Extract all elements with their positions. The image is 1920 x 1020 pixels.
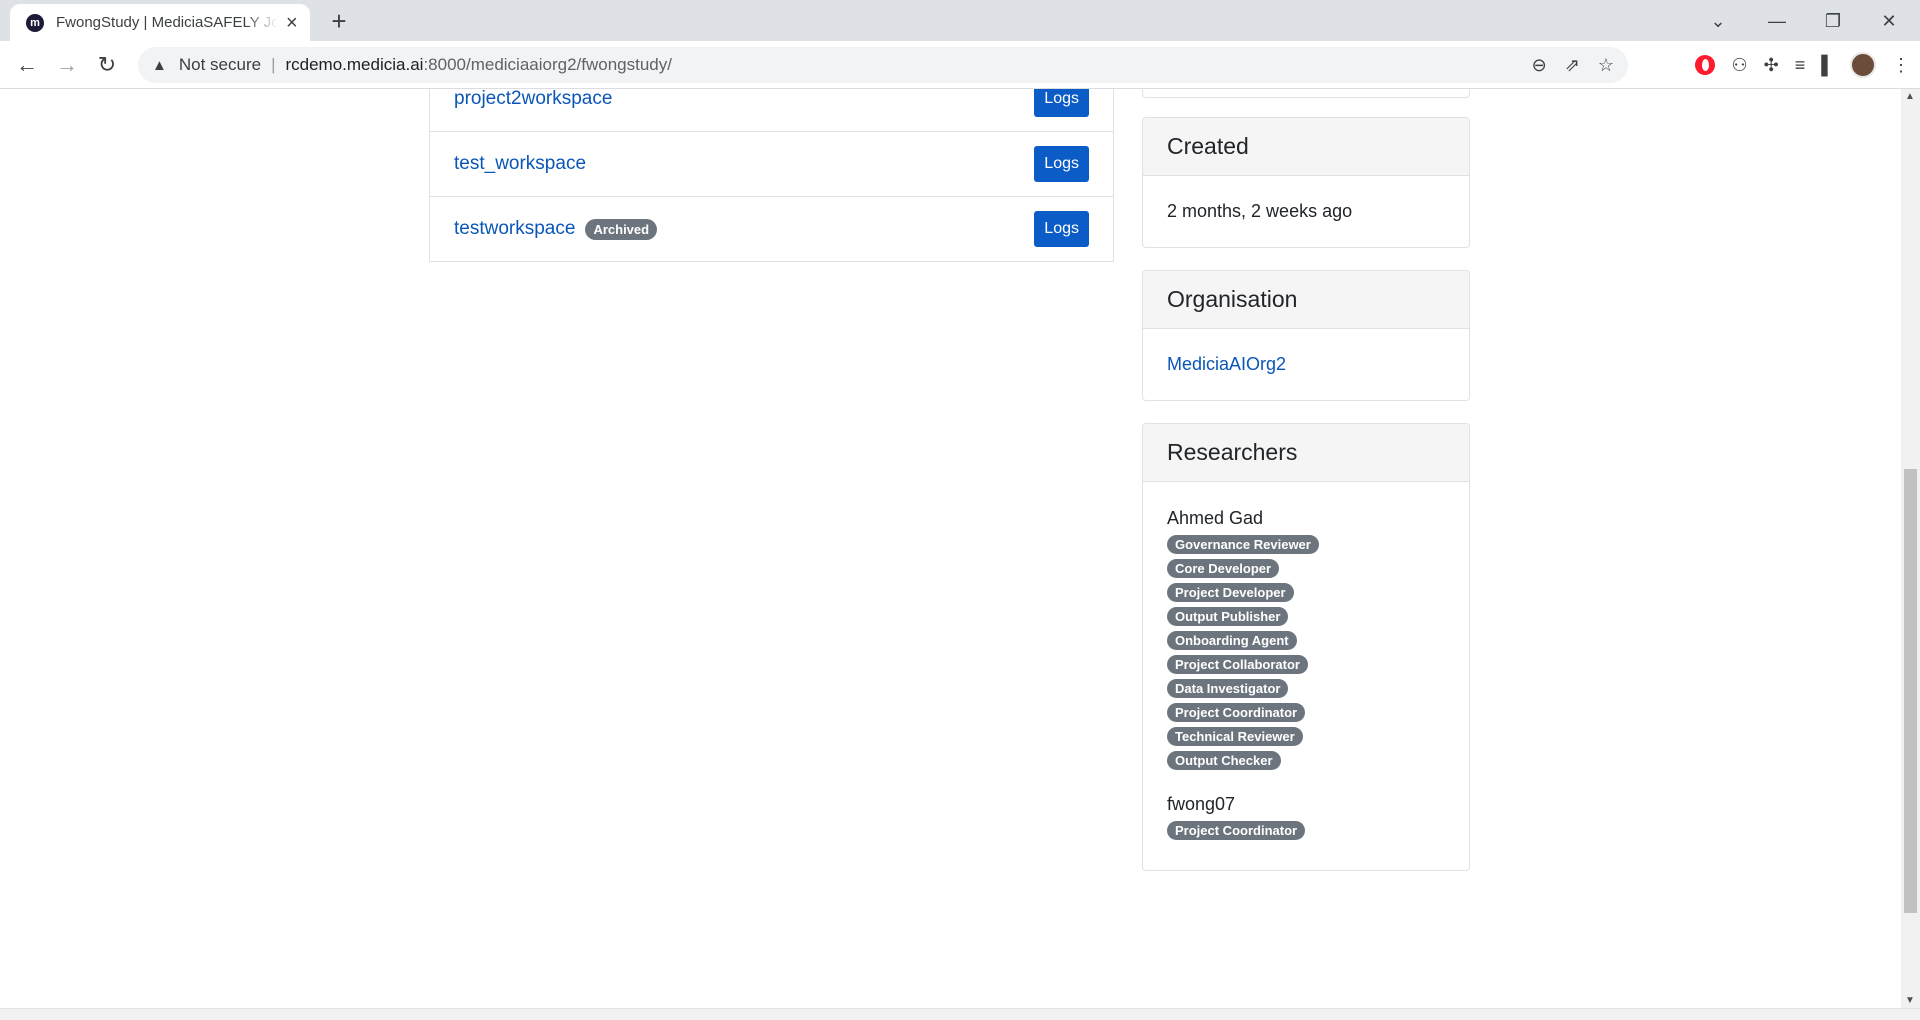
reload-icon[interactable]: ↻ bbox=[91, 49, 123, 81]
share-icon[interactable]: ⇗ bbox=[1565, 55, 1580, 76]
role-badge: Output Checker bbox=[1167, 751, 1281, 770]
tab-search-chevron-down-icon[interactable]: ⌄ bbox=[1695, 6, 1741, 36]
url-host: rcdemo.medicia.ai bbox=[285, 55, 424, 74]
workspace-link[interactable]: test_workspace bbox=[454, 153, 586, 175]
not-secure-label[interactable]: Not secure bbox=[179, 55, 261, 75]
minimize-icon[interactable]: — bbox=[1754, 6, 1800, 36]
scroll-down-arrow-icon[interactable]: ▼ bbox=[1905, 995, 1915, 1006]
logs-button[interactable]: Logs bbox=[1034, 146, 1089, 182]
workspace-link[interactable]: project2workspace bbox=[454, 89, 612, 110]
address-bar[interactable]: ▲ Not secure | rcdemo.medicia.ai:8000/me… bbox=[138, 47, 1628, 83]
scroll-up-arrow-icon[interactable]: ▲ bbox=[1905, 91, 1915, 102]
page-viewport: project2workspace Logs test_workspace Lo… bbox=[0, 89, 1901, 1009]
researcher-name: fwong07 bbox=[1167, 794, 1236, 814]
back-arrow-icon[interactable]: ← bbox=[11, 49, 43, 81]
created-value: 2 months, 2 weeks ago bbox=[1167, 201, 1353, 221]
researchers-card-title: Researchers bbox=[1143, 424, 1469, 482]
researcher-entry: Ahmed Gad Governance Reviewer Core Devel… bbox=[1167, 508, 1445, 770]
previous-card-bottom bbox=[1142, 89, 1470, 98]
url-separator: | bbox=[271, 55, 276, 74]
organisation-card: Organisation MediciaAIOrg2 bbox=[1142, 270, 1470, 401]
role-badge: Data Investigator bbox=[1167, 679, 1289, 698]
browser-toolbar: ← → ↻ ▲ Not secure | rcdemo.medicia.ai:8… bbox=[0, 41, 1920, 89]
role-badge: Project Coordinator bbox=[1167, 821, 1306, 840]
created-card: Created 2 months, 2 weeks ago bbox=[1142, 117, 1470, 248]
role-badge: Output Publisher bbox=[1167, 607, 1289, 626]
logs-button[interactable]: Logs bbox=[1034, 89, 1089, 117]
new-tab-icon[interactable]: + bbox=[324, 6, 354, 36]
role-badge-list: Project Coordinator bbox=[1167, 821, 1445, 840]
browser-tab[interactable]: m FwongStudy | MediciaSAFELY Jobs × bbox=[10, 4, 310, 41]
workspace-row: project2workspace Logs bbox=[430, 89, 1113, 131]
profile-avatar[interactable] bbox=[1850, 52, 1876, 78]
role-badge: Governance Reviewer bbox=[1167, 535, 1319, 554]
workspace-list: project2workspace Logs test_workspace Lo… bbox=[429, 89, 1114, 262]
window-close-icon[interactable]: ✕ bbox=[1866, 6, 1912, 36]
logs-button[interactable]: Logs bbox=[1034, 211, 1089, 247]
vertical-scrollbar[interactable]: ▲ ▼ bbox=[1901, 89, 1920, 1009]
role-badge: Project Coordinator bbox=[1167, 703, 1306, 722]
organisation-card-title: Organisation bbox=[1143, 271, 1469, 329]
warning-triangle-icon[interactable]: ▲ bbox=[152, 57, 167, 74]
workspace-row: test_workspace Logs bbox=[430, 131, 1113, 196]
reading-list-icon[interactable]: ≡ bbox=[1795, 55, 1806, 76]
restore-icon[interactable]: ❐ bbox=[1810, 6, 1856, 36]
scroll-thumb[interactable] bbox=[1904, 469, 1917, 913]
url-path: :8000/mediciaaiorg2/fwongstudy/ bbox=[423, 55, 672, 74]
workspace-link[interactable]: testworkspace bbox=[454, 218, 575, 240]
close-tab-icon[interactable]: × bbox=[286, 13, 298, 33]
zoom-icon[interactable]: ⊖ bbox=[1532, 55, 1547, 76]
researchers-card: Researchers Ahmed Gad Governance Reviewe… bbox=[1142, 423, 1470, 871]
extensions-puzzle-icon[interactable]: ✣ bbox=[1764, 55, 1779, 76]
role-badge: Onboarding Agent bbox=[1167, 631, 1297, 650]
role-badge: Core Developer bbox=[1167, 559, 1280, 578]
opera-extension-icon[interactable] bbox=[1695, 55, 1716, 75]
bookmark-star-icon[interactable]: ☆ bbox=[1598, 55, 1614, 76]
organisation-link[interactable]: MediciaAIOrg2 bbox=[1167, 354, 1286, 374]
vpn-extension-icon[interactable]: ⚇ bbox=[1731, 55, 1747, 76]
created-card-title: Created bbox=[1143, 118, 1469, 176]
role-badge: Project Developer bbox=[1167, 583, 1294, 602]
browser-menu-icon[interactable]: ⋮ bbox=[1892, 55, 1910, 76]
tab-title: FwongStudy | MediciaSAFELY Jobs bbox=[56, 14, 278, 31]
tab-strip: m FwongStudy | MediciaSAFELY Jobs × + ⌄ … bbox=[0, 0, 1920, 41]
forward-arrow-icon[interactable]: → bbox=[51, 49, 83, 81]
site-favicon-icon: m bbox=[26, 13, 44, 32]
researcher-entry: fwong07 Project Coordinator bbox=[1167, 794, 1445, 840]
role-badge-list: Governance Reviewer Core Developer Proje… bbox=[1167, 535, 1445, 770]
role-badge: Project Collaborator bbox=[1167, 655, 1308, 674]
workspace-row: testworkspace Archived Logs bbox=[430, 196, 1113, 261]
side-panel-icon[interactable]: ▌ bbox=[1821, 55, 1834, 76]
window-bottom-edge bbox=[0, 1008, 1920, 1020]
role-badge: Technical Reviewer bbox=[1167, 727, 1303, 746]
researcher-name: Ahmed Gad bbox=[1167, 508, 1264, 528]
archived-badge: Archived bbox=[585, 218, 658, 240]
